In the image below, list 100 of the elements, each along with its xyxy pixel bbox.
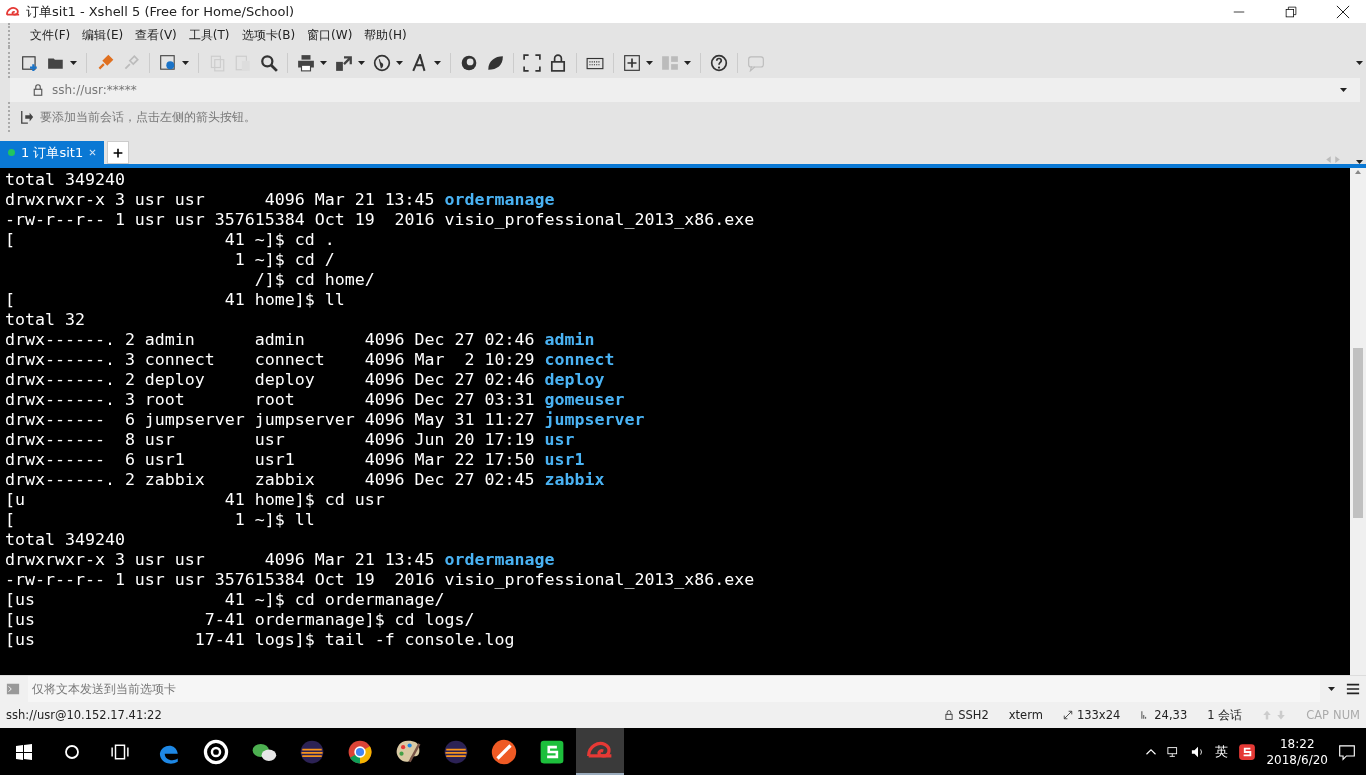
palette-icon[interactable] bbox=[395, 738, 421, 765]
terminal-text: total 32 bbox=[5, 310, 85, 329]
terminal-text: [ 1 ~]$ ll bbox=[5, 510, 315, 529]
plug-icon[interactable] bbox=[96, 53, 114, 72]
restore-icon[interactable] bbox=[1285, 5, 1297, 18]
add-session-arrow-icon[interactable] bbox=[20, 110, 34, 124]
help-icon[interactable] bbox=[710, 53, 728, 72]
terminal-text: [u 41 home]$ cd usr bbox=[5, 490, 385, 509]
transfer-icon[interactable] bbox=[335, 53, 353, 72]
key-indicator: NUM bbox=[1333, 708, 1360, 722]
terminal-text: drwxrwxr-x 3 usr usr 4096 Mar 21 13:45 bbox=[5, 190, 436, 209]
target-icon[interactable] bbox=[203, 738, 229, 765]
hint-text: 要添加当前会话，点击左侧的箭头按钮。 bbox=[40, 108, 256, 126]
terminal-text: -rw-r--r-- 1 usr usr 357615384 Oct 19 2016 visio_professional_2013_x86.exe bbox=[5, 210, 755, 229]
app-logo-icon[interactable] bbox=[6, 4, 20, 19]
directory-name: jumpserver bbox=[544, 410, 645, 429]
directory-name: usr1 bbox=[544, 450, 585, 469]
close-tab-icon[interactable] bbox=[89, 149, 97, 156]
menu-item[interactable]: 窗口(W) bbox=[301, 24, 359, 46]
directory-name: ordermanage bbox=[444, 190, 555, 209]
menu-item[interactable]: 查看(V) bbox=[129, 24, 183, 46]
clock-date[interactable]: 2018/6/20 bbox=[1266, 751, 1328, 768]
fullscreen-icon[interactable] bbox=[523, 53, 541, 72]
leaf-icon[interactable] bbox=[486, 53, 504, 72]
lock-icon[interactable] bbox=[549, 53, 567, 72]
directory-name: deploy bbox=[544, 370, 605, 389]
status-text: 133x24 bbox=[1076, 708, 1121, 722]
status-text: 1 会话 bbox=[1207, 707, 1243, 723]
terminal-text: [us 7-41 ordermanage]$ cd logs/ bbox=[5, 610, 475, 629]
key-indicator: CAP bbox=[1306, 708, 1330, 722]
caret-icon[interactable] bbox=[1340, 88, 1347, 92]
menu-item[interactable]: 工具(T) bbox=[182, 24, 236, 46]
caret-icon[interactable] bbox=[684, 60, 691, 65]
menu-item[interactable]: 文件(F) bbox=[24, 24, 77, 46]
terminal-text: total 349240 bbox=[5, 530, 125, 549]
chrome-icon[interactable] bbox=[347, 738, 373, 765]
pen-icon[interactable] bbox=[491, 738, 517, 765]
printer-icon[interactable] bbox=[297, 53, 315, 72]
caret-icon[interactable] bbox=[434, 60, 441, 65]
terminal-text: /]$ cd home/ bbox=[253, 270, 375, 289]
terminal-text: drwx------ 6 jumpserver jumpserver 4096 May 31 11:27 bbox=[5, 410, 536, 429]
terminal-text: -rw-r--r-- 1 usr usr 357615384 Oct 19 2016 visio_professional_2013_x86.exe bbox=[5, 570, 755, 589]
menu-item[interactable]: 选项卡(B) bbox=[235, 24, 302, 46]
menu-icon[interactable] bbox=[1346, 682, 1360, 696]
new-tab-button[interactable] bbox=[107, 141, 130, 164]
terminal-text: [us 17-41 logs]$ tail -f console.log bbox=[5, 630, 515, 649]
notification-icon[interactable] bbox=[1338, 742, 1356, 761]
close-icon[interactable] bbox=[1336, 4, 1350, 19]
terminal-text: drwxrwxr-x 3 usr usr 4096 Mar 21 13:45 bbox=[5, 550, 436, 569]
window-title: 订单sit1 - Xshell 5 (Free for Home/School) bbox=[26, 2, 296, 21]
terminal-text: 1 ~]$ cd / bbox=[233, 250, 335, 269]
terminal-text: drwx------ 8 usr usr 4096 Jun 20 17:19 bbox=[5, 430, 536, 449]
caret-icon[interactable] bbox=[70, 60, 77, 65]
caret-icon[interactable] bbox=[358, 60, 365, 65]
search-icon[interactable] bbox=[260, 53, 278, 72]
caret-icon[interactable] bbox=[1356, 60, 1363, 65]
terminal-text: drwx------. 2 admin admin 4096 Dec 27 02:46 bbox=[5, 330, 536, 349]
menu-item[interactable]: 帮助(H) bbox=[358, 24, 413, 46]
terminal-text: drwx------. 3 connect connect 4096 Mar 2 10:29 bbox=[5, 350, 536, 369]
s-app-icon[interactable] bbox=[539, 738, 565, 765]
ime-s-icon[interactable] bbox=[1238, 742, 1257, 761]
terminal-text: drwx------. 2 zabbix zabbix 4096 Dec 27 02:45 bbox=[5, 470, 536, 489]
search-icon[interactable] bbox=[64, 743, 80, 760]
lock-icon[interactable] bbox=[32, 84, 44, 96]
terminal-text: drwx------. 2 deploy deploy 4096 Dec 27 02:46 bbox=[5, 370, 536, 389]
session-tab[interactable]: 1 订单sit1 bbox=[0, 141, 105, 164]
terminal-text: total 349240 bbox=[5, 170, 125, 189]
terminal-text: drwx------ 6 usr1 usr1 4096 Mar 22 17:50 bbox=[5, 450, 536, 469]
eclipse-icon[interactable] bbox=[299, 738, 325, 765]
windows-start-icon[interactable] bbox=[16, 743, 32, 760]
caret-icon[interactable] bbox=[320, 60, 327, 65]
terminal-text: [ 41 ~]$ cd . bbox=[5, 230, 335, 249]
scrollbar-thumb[interactable] bbox=[1353, 348, 1363, 518]
caret-icon[interactable] bbox=[646, 60, 653, 65]
directory-name: ordermanage bbox=[444, 550, 555, 569]
resize-icon[interactable] bbox=[1062, 710, 1073, 720]
directory-name: zabbix bbox=[544, 470, 605, 489]
caret-icon[interactable] bbox=[1328, 687, 1335, 691]
terminal-text: drwx------. 3 root root 4096 Dec 27 03:31 bbox=[5, 390, 536, 409]
directory-name: admin bbox=[544, 330, 595, 349]
status-text: xterm bbox=[1008, 708, 1043, 722]
new-session-icon[interactable] bbox=[21, 53, 39, 72]
plus-icon[interactable] bbox=[113, 147, 124, 158]
status-text: SSH2 bbox=[958, 708, 989, 722]
connection-address: ssh://usr@10.152.17.41:22 bbox=[6, 708, 163, 722]
eclipse-icon[interactable] bbox=[443, 738, 469, 765]
send-text-field[interactable]: 仅将文本发送到当前选项卡 bbox=[28, 676, 1320, 702]
terminal-text: [ 41 home]$ ll bbox=[5, 290, 345, 309]
settings-icon[interactable] bbox=[159, 53, 177, 72]
menu-item[interactable]: 编辑(E) bbox=[76, 24, 130, 46]
caret-icon[interactable] bbox=[396, 60, 403, 65]
lock-icon[interactable] bbox=[944, 710, 955, 720]
directory-name: gomeuser bbox=[544, 390, 625, 409]
status-text: 24,33 bbox=[1154, 708, 1188, 722]
task-view-icon[interactable] bbox=[111, 742, 129, 761]
clock-time[interactable]: 18:22 bbox=[1279, 735, 1315, 752]
input-method[interactable]: 英 bbox=[1215, 742, 1229, 761]
add-tab-icon[interactable] bbox=[623, 53, 641, 72]
directory-name: connect bbox=[544, 350, 615, 369]
caret-icon[interactable] bbox=[182, 60, 189, 65]
